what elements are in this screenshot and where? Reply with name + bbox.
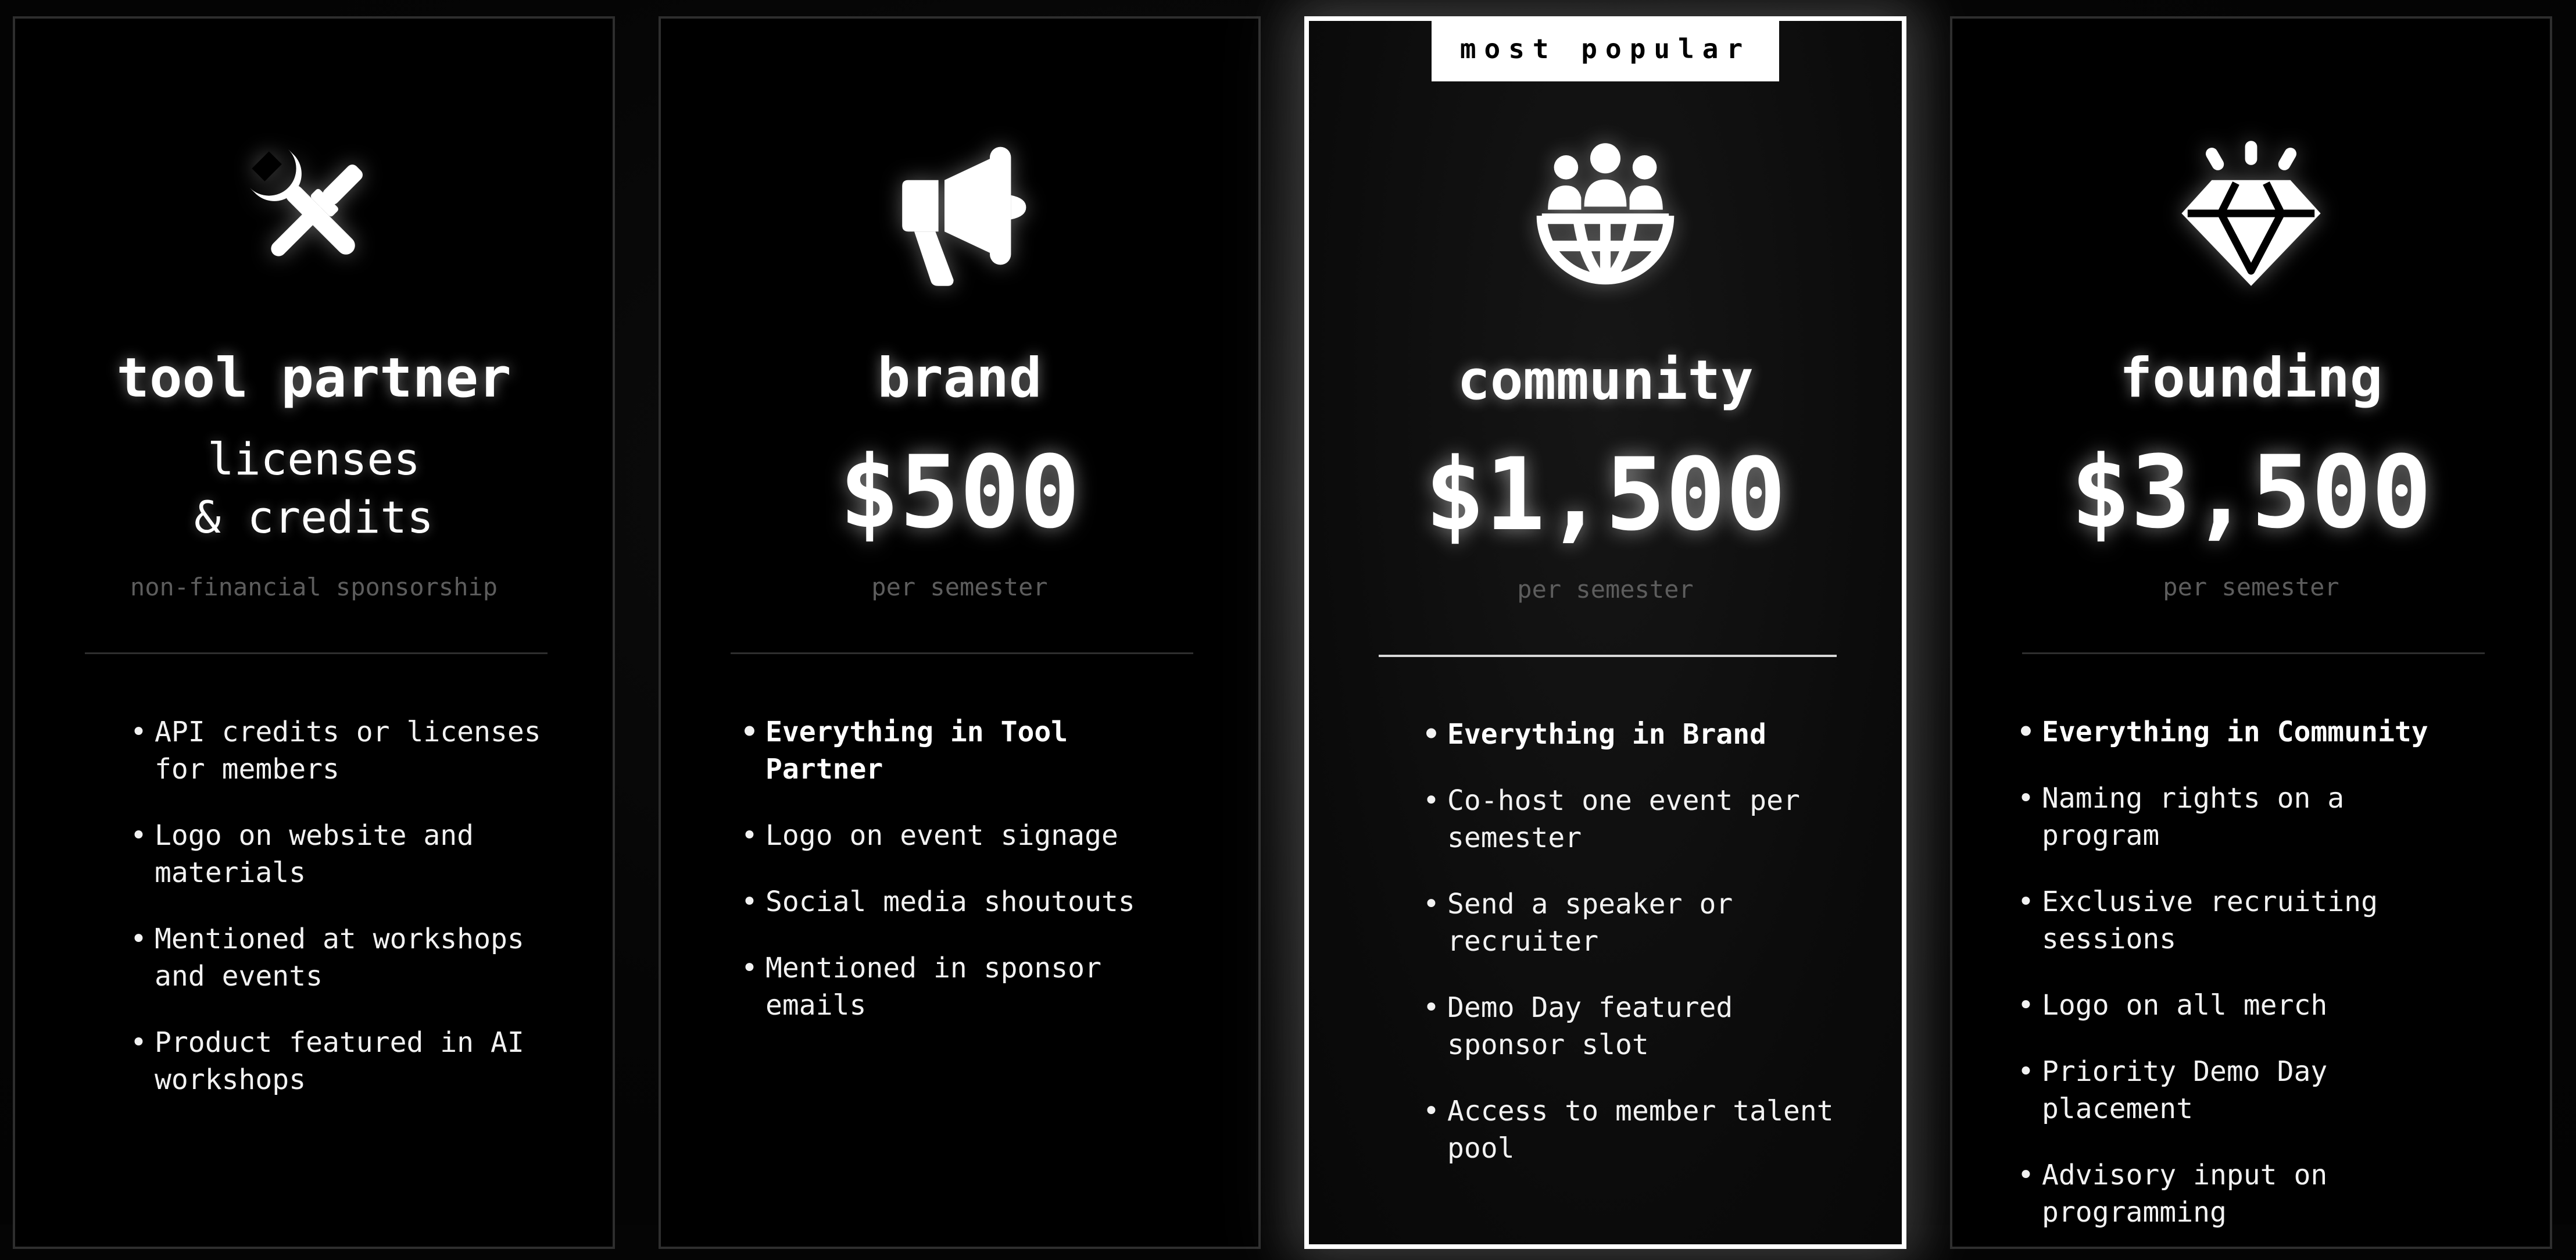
subheading-line-1: licenses xyxy=(207,433,421,485)
tier-title: tool partner xyxy=(116,347,511,410)
tier-price: $500 xyxy=(839,434,1081,551)
pricing-section: tool partner licenses & credits non-fina… xyxy=(0,0,2576,1249)
feature-item: Everything in Community xyxy=(2017,713,2459,751)
megaphone-icon xyxy=(884,138,1035,289)
feature-item: Send a speaker or recruiter xyxy=(1423,886,1865,960)
divider xyxy=(731,652,1193,654)
feature-item: Advisory input on programming xyxy=(2017,1157,2459,1231)
tier-note: per semester xyxy=(871,573,1048,601)
subheading-line-2: & credits xyxy=(194,491,434,543)
feature-item: Everything in Brand xyxy=(1423,716,1865,753)
feature-item: API credits or licenses for members xyxy=(130,713,572,788)
feature-item: Demo Day featured sponsor slot xyxy=(1423,989,1865,1063)
diamond-icon xyxy=(2176,138,2327,289)
feature-item: Exclusive recruiting sessions xyxy=(2017,883,2459,958)
tier-title: founding xyxy=(2119,347,2383,410)
community-globe-icon xyxy=(1530,140,1681,291)
tier-subheading: licenses & credits xyxy=(15,430,613,547)
feature-item: Priority Demo Day placement xyxy=(2017,1053,2459,1127)
tier-price: $3,500 xyxy=(2070,434,2432,551)
feature-list: Everything in Brand Co-host one event pe… xyxy=(1423,716,1865,1196)
feature-item: Mentioned at workshops and events xyxy=(130,920,572,995)
feature-list: Everything in Community Naming rights on… xyxy=(2017,713,2459,1260)
tier-card-community: most popular community $1,500 per semest… xyxy=(1304,16,1906,1249)
feature-item: Mentioned in sponsor emails xyxy=(741,950,1183,1024)
feature-item: Naming rights on a program xyxy=(2017,780,2459,854)
tier-title: brand xyxy=(877,347,1042,410)
tier-card-brand: brand $500 per semester Everything in To… xyxy=(659,16,1261,1249)
tier-price: $1,500 xyxy=(1425,436,1786,553)
feature-item: Logo on event signage xyxy=(741,817,1183,854)
tier-note: per semester xyxy=(2163,573,2339,601)
most-popular-badge: most popular xyxy=(1432,16,1779,81)
tier-card-founding: founding $3,500 per semester Everything … xyxy=(1950,16,2552,1249)
feature-list: API credits or licenses for members Logo… xyxy=(130,713,572,1127)
feature-item: Access to member talent pool xyxy=(1423,1093,1865,1167)
tools-icon xyxy=(238,138,389,289)
divider xyxy=(85,652,548,654)
tier-title: community xyxy=(1457,349,1754,412)
feature-item: Everything in Tool Partner xyxy=(741,713,1183,788)
feature-list: Everything in Tool Partner Logo on event… xyxy=(741,713,1183,1053)
feature-item: Co-host one event per semester xyxy=(1423,782,1865,856)
feature-item: Product featured in AI workshops xyxy=(130,1024,572,1098)
tier-note: per semester xyxy=(1517,575,1694,604)
feature-item: Logo on all merch xyxy=(2017,987,2459,1024)
tier-card-tool-partner: tool partner licenses & credits non-fina… xyxy=(13,16,615,1249)
feature-item: Logo on website and materials xyxy=(130,817,572,891)
tier-note: non-financial sponsorship xyxy=(130,573,498,601)
divider xyxy=(1379,655,1837,657)
feature-item: Social media shoutouts xyxy=(741,883,1183,920)
divider xyxy=(2022,652,2485,654)
